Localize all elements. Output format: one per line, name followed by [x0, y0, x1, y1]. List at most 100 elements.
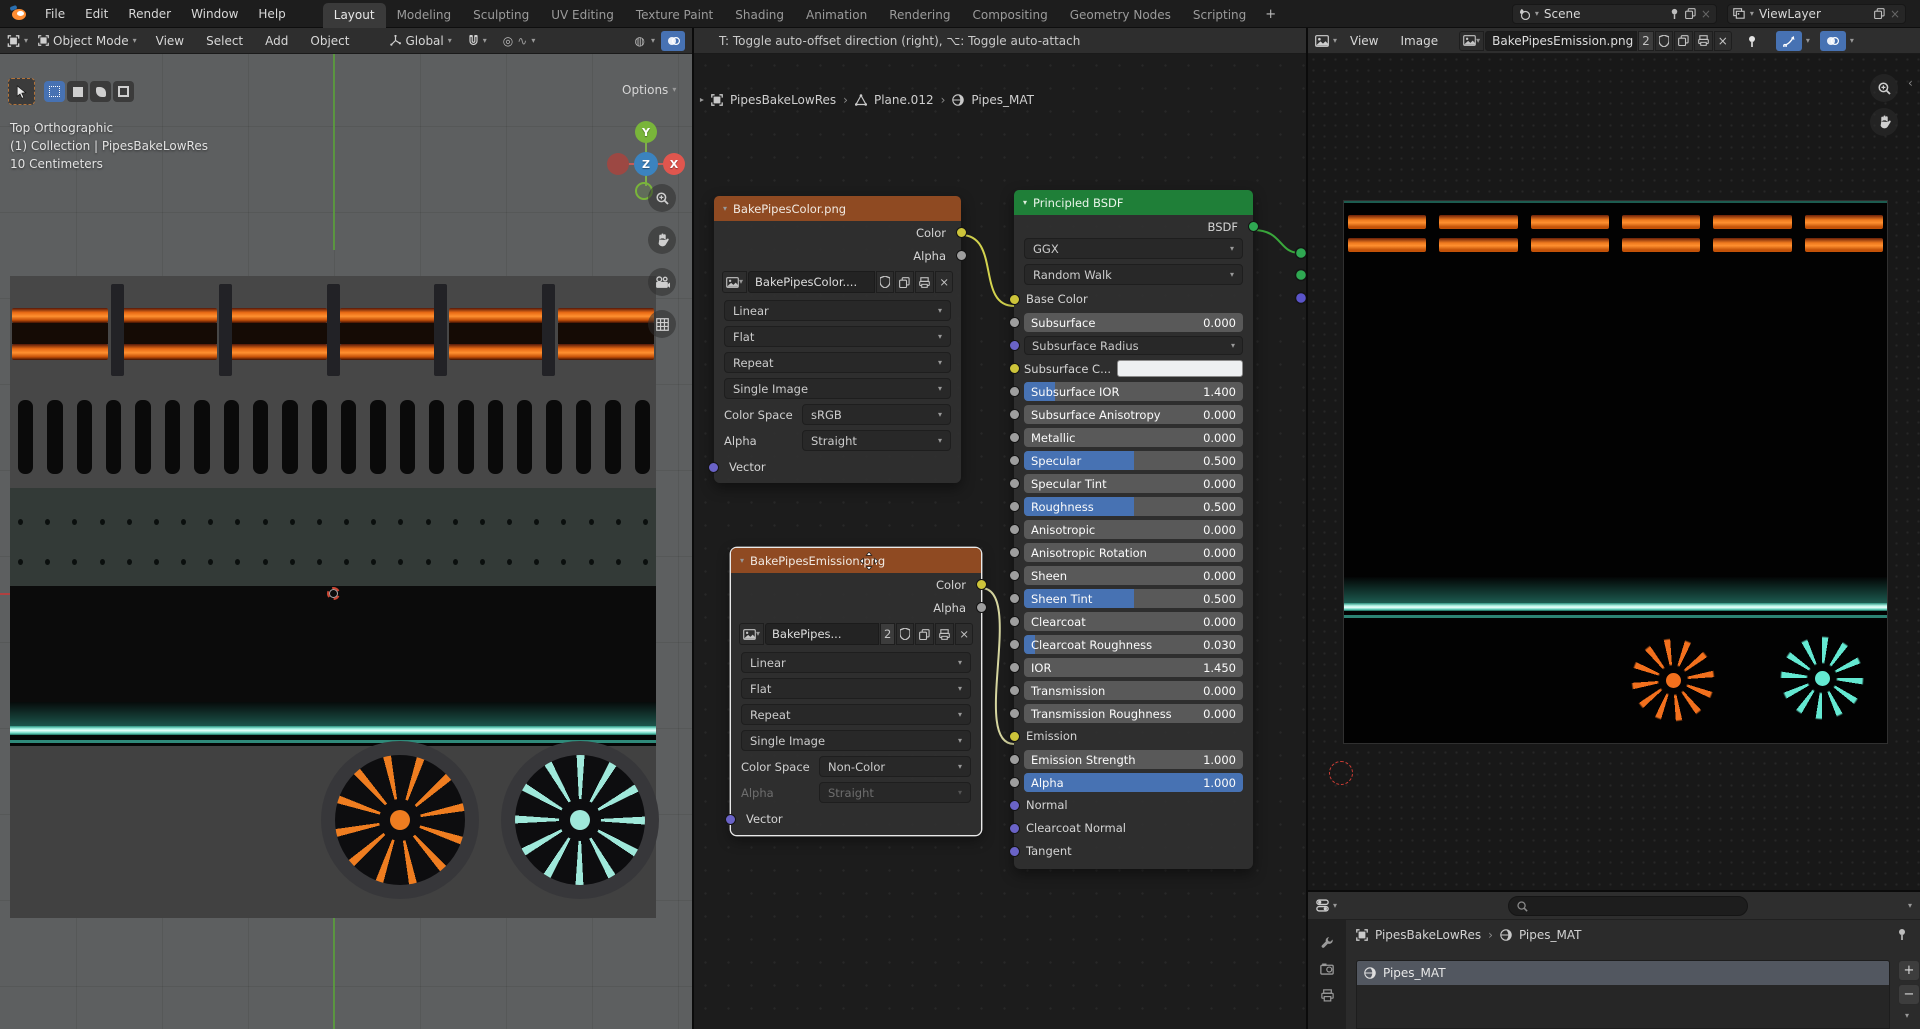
new-image-icon[interactable] [895, 271, 914, 293]
slider-metallic[interactable]: Metallic0.000 [1024, 428, 1243, 447]
image-browse-button[interactable]: ▾ [739, 623, 764, 645]
socket-color-out[interactable] [976, 579, 987, 590]
socket-specular[interactable] [1009, 455, 1020, 466]
socket-emission-strength[interactable] [1009, 754, 1020, 765]
socket-ior[interactable] [1009, 662, 1020, 673]
slider-clearcoat[interactable]: Clearcoat0.000 [1024, 612, 1243, 631]
add-slot-button[interactable]: + [1898, 960, 1920, 981]
tab-compositing[interactable]: Compositing [961, 3, 1058, 28]
image-browse-button[interactable]: ▾ [1459, 31, 1484, 51]
slider-anisotropic-rotation[interactable]: Anisotropic Rotation0.000 [1024, 543, 1243, 562]
pin-icon[interactable] [1896, 928, 1908, 940]
select-mode-lasso-button[interactable] [113, 81, 134, 102]
slider-subsurface-ior[interactable]: Subsurface IOR1.400 [1024, 382, 1243, 401]
interpolation-dropdown[interactable]: Linear▾ [724, 300, 951, 321]
projection-dropdown[interactable]: Flat▾ [724, 326, 951, 347]
pack-image-icon[interactable] [915, 271, 934, 293]
extension-dropdown[interactable]: Repeat▾ [724, 352, 951, 373]
editor-type-icon[interactable] [1316, 899, 1329, 912]
socket-tangent[interactable] [1009, 846, 1020, 857]
tab-render-icon[interactable] [1320, 963, 1334, 975]
slot-specials-icon[interactable]: ▾ [1905, 1012, 1909, 1020]
scene-name[interactable]: Scene [1544, 7, 1664, 21]
users-count-badge[interactable]: 2 [1638, 31, 1654, 51]
unlink-image-icon[interactable]: × [1714, 31, 1732, 51]
new-image-icon[interactable] [1674, 31, 1693, 51]
new-scene-icon[interactable] [1685, 8, 1696, 19]
socket-transmission[interactable] [1009, 685, 1020, 696]
slider-roughness[interactable]: Roughness0.500 [1024, 497, 1243, 516]
color-space-dropdown[interactable]: Non-Color▾ [819, 756, 971, 777]
unlink-image-icon[interactable]: × [955, 623, 973, 645]
socket-clearcoat[interactable] [1009, 616, 1020, 627]
menu-help[interactable]: Help [249, 4, 294, 24]
properties-search-field[interactable] [1508, 896, 1748, 916]
zoom-button[interactable] [1870, 74, 1898, 102]
socket-alpha[interactable] [1009, 777, 1020, 788]
view-layer-selector[interactable]: ▾ ViewLayer × [1727, 4, 1906, 24]
menu-window[interactable]: Window [182, 4, 247, 24]
slider-specular-tint[interactable]: Specular Tint0.000 [1024, 474, 1243, 493]
orientation-dropdown[interactable]: Global▾ [384, 32, 457, 50]
socket-roughness[interactable] [1009, 501, 1020, 512]
scene-selector[interactable]: ▾ Scene × [1512, 4, 1717, 24]
slider-sheen[interactable]: Sheen0.000 [1024, 566, 1243, 585]
pack-image-icon[interactable] [935, 623, 954, 645]
breadcrumb-object[interactable]: PipesBakeLowRes [1375, 928, 1481, 942]
menu-object[interactable]: Object [301, 31, 358, 51]
socket-clearcoat-normal[interactable] [1009, 823, 1020, 834]
tab-shading[interactable]: Shading [724, 3, 795, 28]
gizmo-axis-y[interactable]: Y [635, 121, 657, 143]
image-name-field[interactable]: BakePipesColor.... [748, 271, 875, 293]
zoom-button[interactable] [648, 184, 676, 212]
chevron-down-icon[interactable]: ▾ [1908, 902, 1912, 910]
proportional-edit-toggle[interactable]: ◎ ∿ ▾ [497, 32, 542, 50]
menu-render[interactable]: Render [119, 4, 180, 24]
new-image-icon[interactable] [915, 623, 934, 645]
socket-subsurface-radius[interactable] [1009, 340, 1020, 351]
tab-scripting[interactable]: Scripting [1182, 3, 1257, 28]
fake-user-shield-icon[interactable] [1655, 31, 1673, 51]
socket-alpha-out[interactable] [976, 602, 987, 613]
menu-file[interactable]: File [36, 4, 74, 24]
select-mode-box-button[interactable] [67, 81, 88, 102]
alpha-mode-dropdown[interactable]: Straight▾ [802, 430, 951, 451]
image-browse-button[interactable]: ▾ [722, 271, 747, 293]
image-name-field[interactable]: BakePipes... [765, 623, 879, 645]
select-mode-tweak-button[interactable] [44, 81, 65, 102]
socket-anisotropic-rotation[interactable] [1009, 547, 1020, 558]
socket-base-color[interactable] [1009, 294, 1020, 305]
chevron-down-icon[interactable]: ▾ [1850, 37, 1854, 45]
viewport-canvas[interactable]: Top Orthographic (1) Collection | PipesB… [0, 54, 692, 1029]
snap-toggle[interactable]: ▾ [462, 33, 493, 49]
menu-view[interactable]: View [1341, 31, 1387, 51]
overlays-toggle[interactable] [1820, 31, 1846, 51]
extension-dropdown[interactable]: Repeat▾ [741, 704, 971, 725]
dropdown-subsurface-radius[interactable]: Subsurface Radius▾ [1024, 336, 1243, 355]
tab-geometry-nodes[interactable]: Geometry Nodes [1059, 3, 1182, 28]
add-workspace-button[interactable]: + [1257, 2, 1284, 28]
slider-clearcoat-roughness[interactable]: Clearcoat Roughness0.030 [1024, 635, 1243, 654]
slider-transmission-roughness[interactable]: Transmission Roughness0.000 [1024, 704, 1243, 723]
socket-bsdf-out[interactable] [1248, 221, 1259, 232]
socket-vector-in[interactable] [708, 462, 719, 473]
socket-subsurface-anisotropy[interactable] [1009, 409, 1020, 420]
color-swatch-subsurface-c[interactable] [1117, 360, 1243, 377]
distribution-dropdown[interactable]: GGX▾ [1024, 238, 1243, 259]
socket-clearcoat-roughness[interactable] [1009, 639, 1020, 650]
shading-mode-button[interactable] [661, 31, 685, 51]
slider-emission-strength[interactable]: Emission Strength1.000 [1024, 750, 1243, 769]
socket-subsurface[interactable] [1009, 317, 1020, 328]
tab-animation[interactable]: Animation [795, 3, 878, 28]
subsurface-method-dropdown[interactable]: Random Walk▾ [1024, 264, 1243, 285]
gizmo-axis-x-neg[interactable] [607, 153, 629, 175]
fake-user-shield-icon[interactable] [876, 271, 894, 293]
tab-output-icon[interactable] [1321, 989, 1334, 1002]
tab-modeling[interactable]: Modeling [386, 3, 463, 28]
slider-specular[interactable]: Specular0.500 [1024, 451, 1243, 470]
remove-slot-button[interactable]: − [1898, 984, 1920, 1005]
view-layer-name[interactable]: ViewLayer [1759, 7, 1869, 21]
slider-subsurface-anisotropy[interactable]: Subsurface Anisotropy0.000 [1024, 405, 1243, 424]
socket-color-out[interactable] [956, 227, 967, 238]
slider-subsurface[interactable]: Subsurface0.000 [1024, 313, 1243, 332]
